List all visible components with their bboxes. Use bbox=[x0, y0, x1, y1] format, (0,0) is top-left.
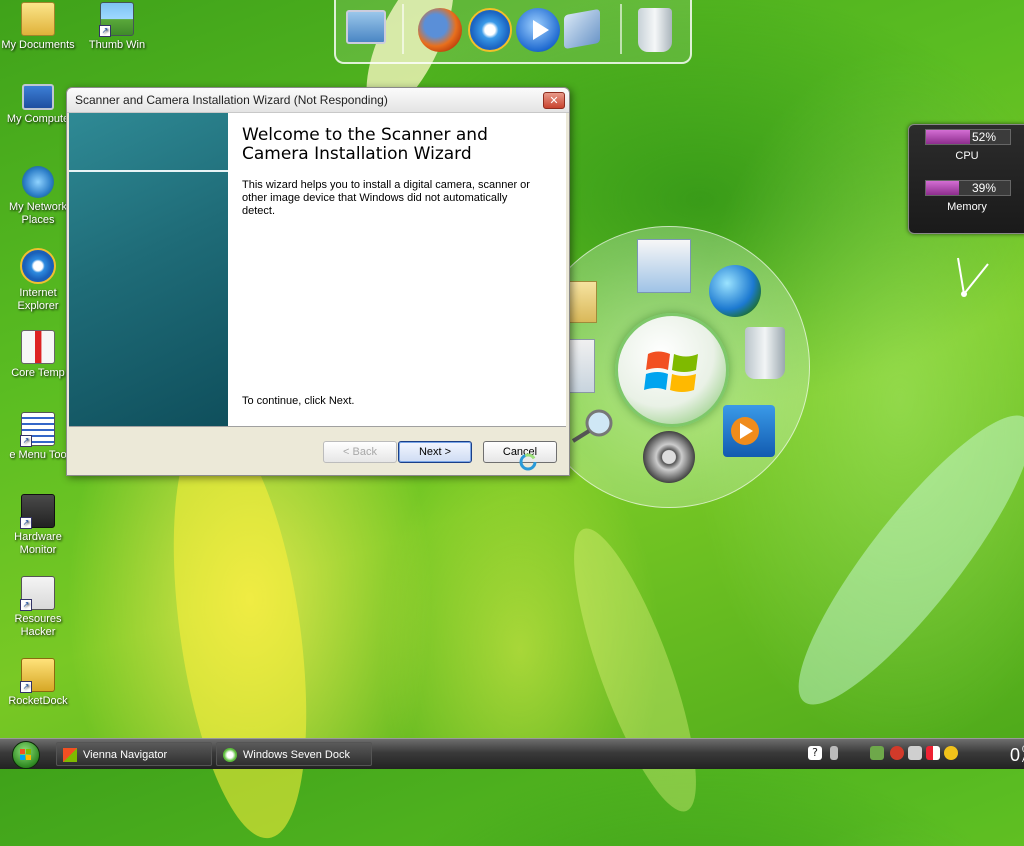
busy-cursor-icon bbox=[519, 453, 537, 471]
folder-icon[interactable] bbox=[569, 281, 597, 323]
close-button[interactable]: ✕ bbox=[543, 92, 565, 109]
network-globe-icon bbox=[22, 166, 54, 198]
scanner-camera-wizard-window: Scanner and Camera Installation Wizard (… bbox=[66, 87, 570, 476]
next-button[interactable]: Next > bbox=[398, 441, 472, 463]
hardware-monitor-icon: ↗ bbox=[20, 494, 55, 529]
recycle-bin-icon[interactable] bbox=[638, 8, 672, 52]
desktop-icon-my-computer[interactable]: My Compute bbox=[0, 84, 76, 126]
memory-label: Memory bbox=[947, 201, 987, 213]
recycle-bin-icon[interactable] bbox=[745, 327, 785, 379]
banner-divider bbox=[69, 170, 228, 172]
computer-icon[interactable] bbox=[569, 339, 595, 393]
desktop-icon-resource-hacker[interactable]: ↗ Resoures Hacker bbox=[0, 576, 76, 639]
taskbar: Vienna Navigator Windows Seven Dock ? 0 … bbox=[0, 738, 1024, 769]
media-player-icon[interactable] bbox=[723, 405, 775, 457]
wizard-heading: Welcome to the Scanner and Camera Instal… bbox=[242, 125, 488, 164]
grass-blade-decoration bbox=[768, 390, 1024, 730]
desktop-icon-core-temp[interactable]: Core Temp bbox=[0, 330, 76, 380]
cpu-meter: 52% bbox=[925, 129, 1011, 145]
cpu-meter-fill bbox=[926, 130, 970, 144]
network-tray-icon[interactable] bbox=[870, 746, 884, 760]
mail-icon[interactable] bbox=[637, 239, 691, 293]
folder-icon bbox=[21, 2, 55, 36]
picture-icon: ↗ bbox=[99, 2, 134, 37]
help-icon[interactable]: ? bbox=[808, 746, 822, 760]
button-bar-divider bbox=[69, 426, 566, 427]
desktop-icon-my-documents[interactable]: My Documents bbox=[0, 2, 76, 52]
system-monitor-gadget: 52% CPU 39% Memory bbox=[908, 124, 1024, 234]
wizard-description: This wizard helps you to install a digit… bbox=[242, 179, 530, 217]
film-reel-icon[interactable] bbox=[643, 431, 695, 483]
start-button[interactable] bbox=[12, 741, 40, 769]
media-player-icon[interactable] bbox=[516, 8, 560, 52]
security-tray-icon[interactable] bbox=[926, 746, 940, 760]
dock-separator bbox=[402, 4, 404, 54]
search-magnifier-icon[interactable] bbox=[569, 407, 619, 447]
wizard-side-banner bbox=[69, 113, 228, 426]
menu-document-icon: ↗ bbox=[20, 412, 55, 447]
taskbar-button-label: Windows Seven Dock bbox=[243, 749, 350, 761]
hammer-window-icon: ↗ bbox=[20, 576, 55, 611]
taskbar-button-vienna-navigator[interactable]: Vienna Navigator bbox=[56, 742, 212, 766]
internet-explorer-icon bbox=[20, 248, 56, 284]
memory-meter-fill bbox=[926, 181, 959, 195]
clock-hour: 0 bbox=[1009, 745, 1020, 765]
wizard-content-panel: Welcome to the Scanner and Camera Instal… bbox=[228, 113, 566, 426]
network-status-icon[interactable] bbox=[908, 746, 922, 760]
desktop-icon-label: e Menu Too bbox=[9, 449, 67, 461]
desktop-icon-label: Thumb Win bbox=[88, 39, 146, 51]
continue-instruction: To continue, click Next. bbox=[242, 395, 355, 407]
dock-app-icon bbox=[223, 748, 237, 762]
desktop-icon-thumb-win[interactable]: ↗ Thumb Win bbox=[79, 2, 155, 52]
window-titlebar[interactable]: Scanner and Camera Installation Wizard (… bbox=[67, 88, 569, 113]
network-globe-icon[interactable] bbox=[564, 8, 600, 50]
desktop-icon-label: My Documents bbox=[1, 39, 75, 51]
window-title: Scanner and Camera Installation Wizard (… bbox=[75, 93, 388, 107]
globe-icon[interactable] bbox=[709, 265, 761, 317]
memory-percent: 39% bbox=[971, 181, 996, 195]
desktop-icon-menu-tool[interactable]: ↗ e Menu Too bbox=[0, 412, 76, 462]
taskbar-button-windows-seven-dock[interactable]: Windows Seven Dock bbox=[216, 742, 372, 766]
system-tray: ? 0 06AM bbox=[806, 741, 1024, 767]
windows-orb-icon[interactable] bbox=[615, 313, 729, 427]
firefox-icon[interactable] bbox=[418, 8, 462, 52]
smiley-tray-icon[interactable] bbox=[944, 746, 958, 760]
clock-gadget bbox=[957, 257, 989, 297]
grass-blade-decoration bbox=[151, 413, 329, 846]
circle-dock bbox=[528, 226, 810, 508]
desktop-icon-label: My Compute bbox=[6, 113, 70, 125]
desktop-icon-label: Resoures Hacker bbox=[14, 613, 62, 638]
dock-separator bbox=[620, 4, 622, 54]
cpu-percent: 52% bbox=[971, 130, 996, 144]
desktop-icon-hardware-monitor[interactable]: ↗ Hardware Monitor bbox=[0, 494, 76, 557]
taskbar-clock[interactable]: 0 06AM bbox=[1009, 744, 1024, 766]
stop-tray-icon[interactable] bbox=[890, 746, 904, 760]
desktop-icon-rocketdock[interactable]: ↗ RocketDock bbox=[0, 658, 76, 708]
internet-explorer-icon[interactable] bbox=[468, 8, 512, 52]
desktop-icon-label: Hardware Monitor bbox=[14, 531, 62, 556]
top-dock bbox=[334, 0, 692, 64]
desktop-icon-label: RocketDock bbox=[8, 695, 68, 707]
thermometer-icon bbox=[21, 330, 55, 364]
rocketdock-icon: ↗ bbox=[20, 658, 55, 693]
tray-expand-icon[interactable] bbox=[830, 746, 838, 760]
desktop-icon-internet-explorer[interactable]: Internet Explorer bbox=[0, 248, 76, 313]
desktop-icon-my-network-places[interactable]: My Network Places bbox=[0, 166, 76, 227]
windows-flag-icon bbox=[63, 748, 77, 762]
desktop-icon-label: Core Temp bbox=[11, 367, 65, 379]
taskbar-button-label: Vienna Navigator bbox=[83, 749, 168, 761]
computer-icon bbox=[22, 84, 54, 110]
memory-meter: 39% bbox=[925, 180, 1011, 196]
desktop-icon-label: My Network Places bbox=[8, 201, 68, 226]
back-button[interactable]: < Back bbox=[323, 441, 397, 463]
grass-blade-decoration bbox=[550, 517, 720, 823]
cpu-label: CPU bbox=[955, 150, 979, 162]
monitor-icon[interactable] bbox=[346, 10, 386, 44]
desktop-icon-label: Internet Explorer bbox=[17, 287, 59, 312]
